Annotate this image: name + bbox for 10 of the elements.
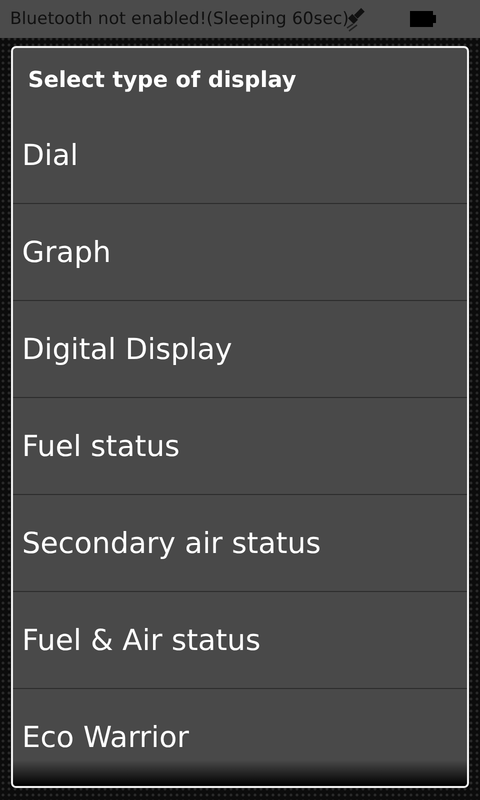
list-item[interactable]: Secondary air status — [13, 495, 467, 592]
status-message: Bluetooth not enabled!(Sleeping 60sec) — [10, 9, 349, 29]
list-item[interactable]: Eco Warrior — [13, 689, 467, 786]
list-item[interactable]: Fuel status — [13, 398, 467, 495]
list-item[interactable]: Graph — [13, 204, 467, 301]
list-item[interactable]: Fuel & Air status — [13, 592, 467, 689]
list-item[interactable]: Dial — [13, 107, 467, 204]
dialog-title: Select type of display — [27, 67, 298, 95]
list-item[interactable]: Digital Display — [13, 301, 467, 398]
battery-icon — [410, 11, 436, 27]
